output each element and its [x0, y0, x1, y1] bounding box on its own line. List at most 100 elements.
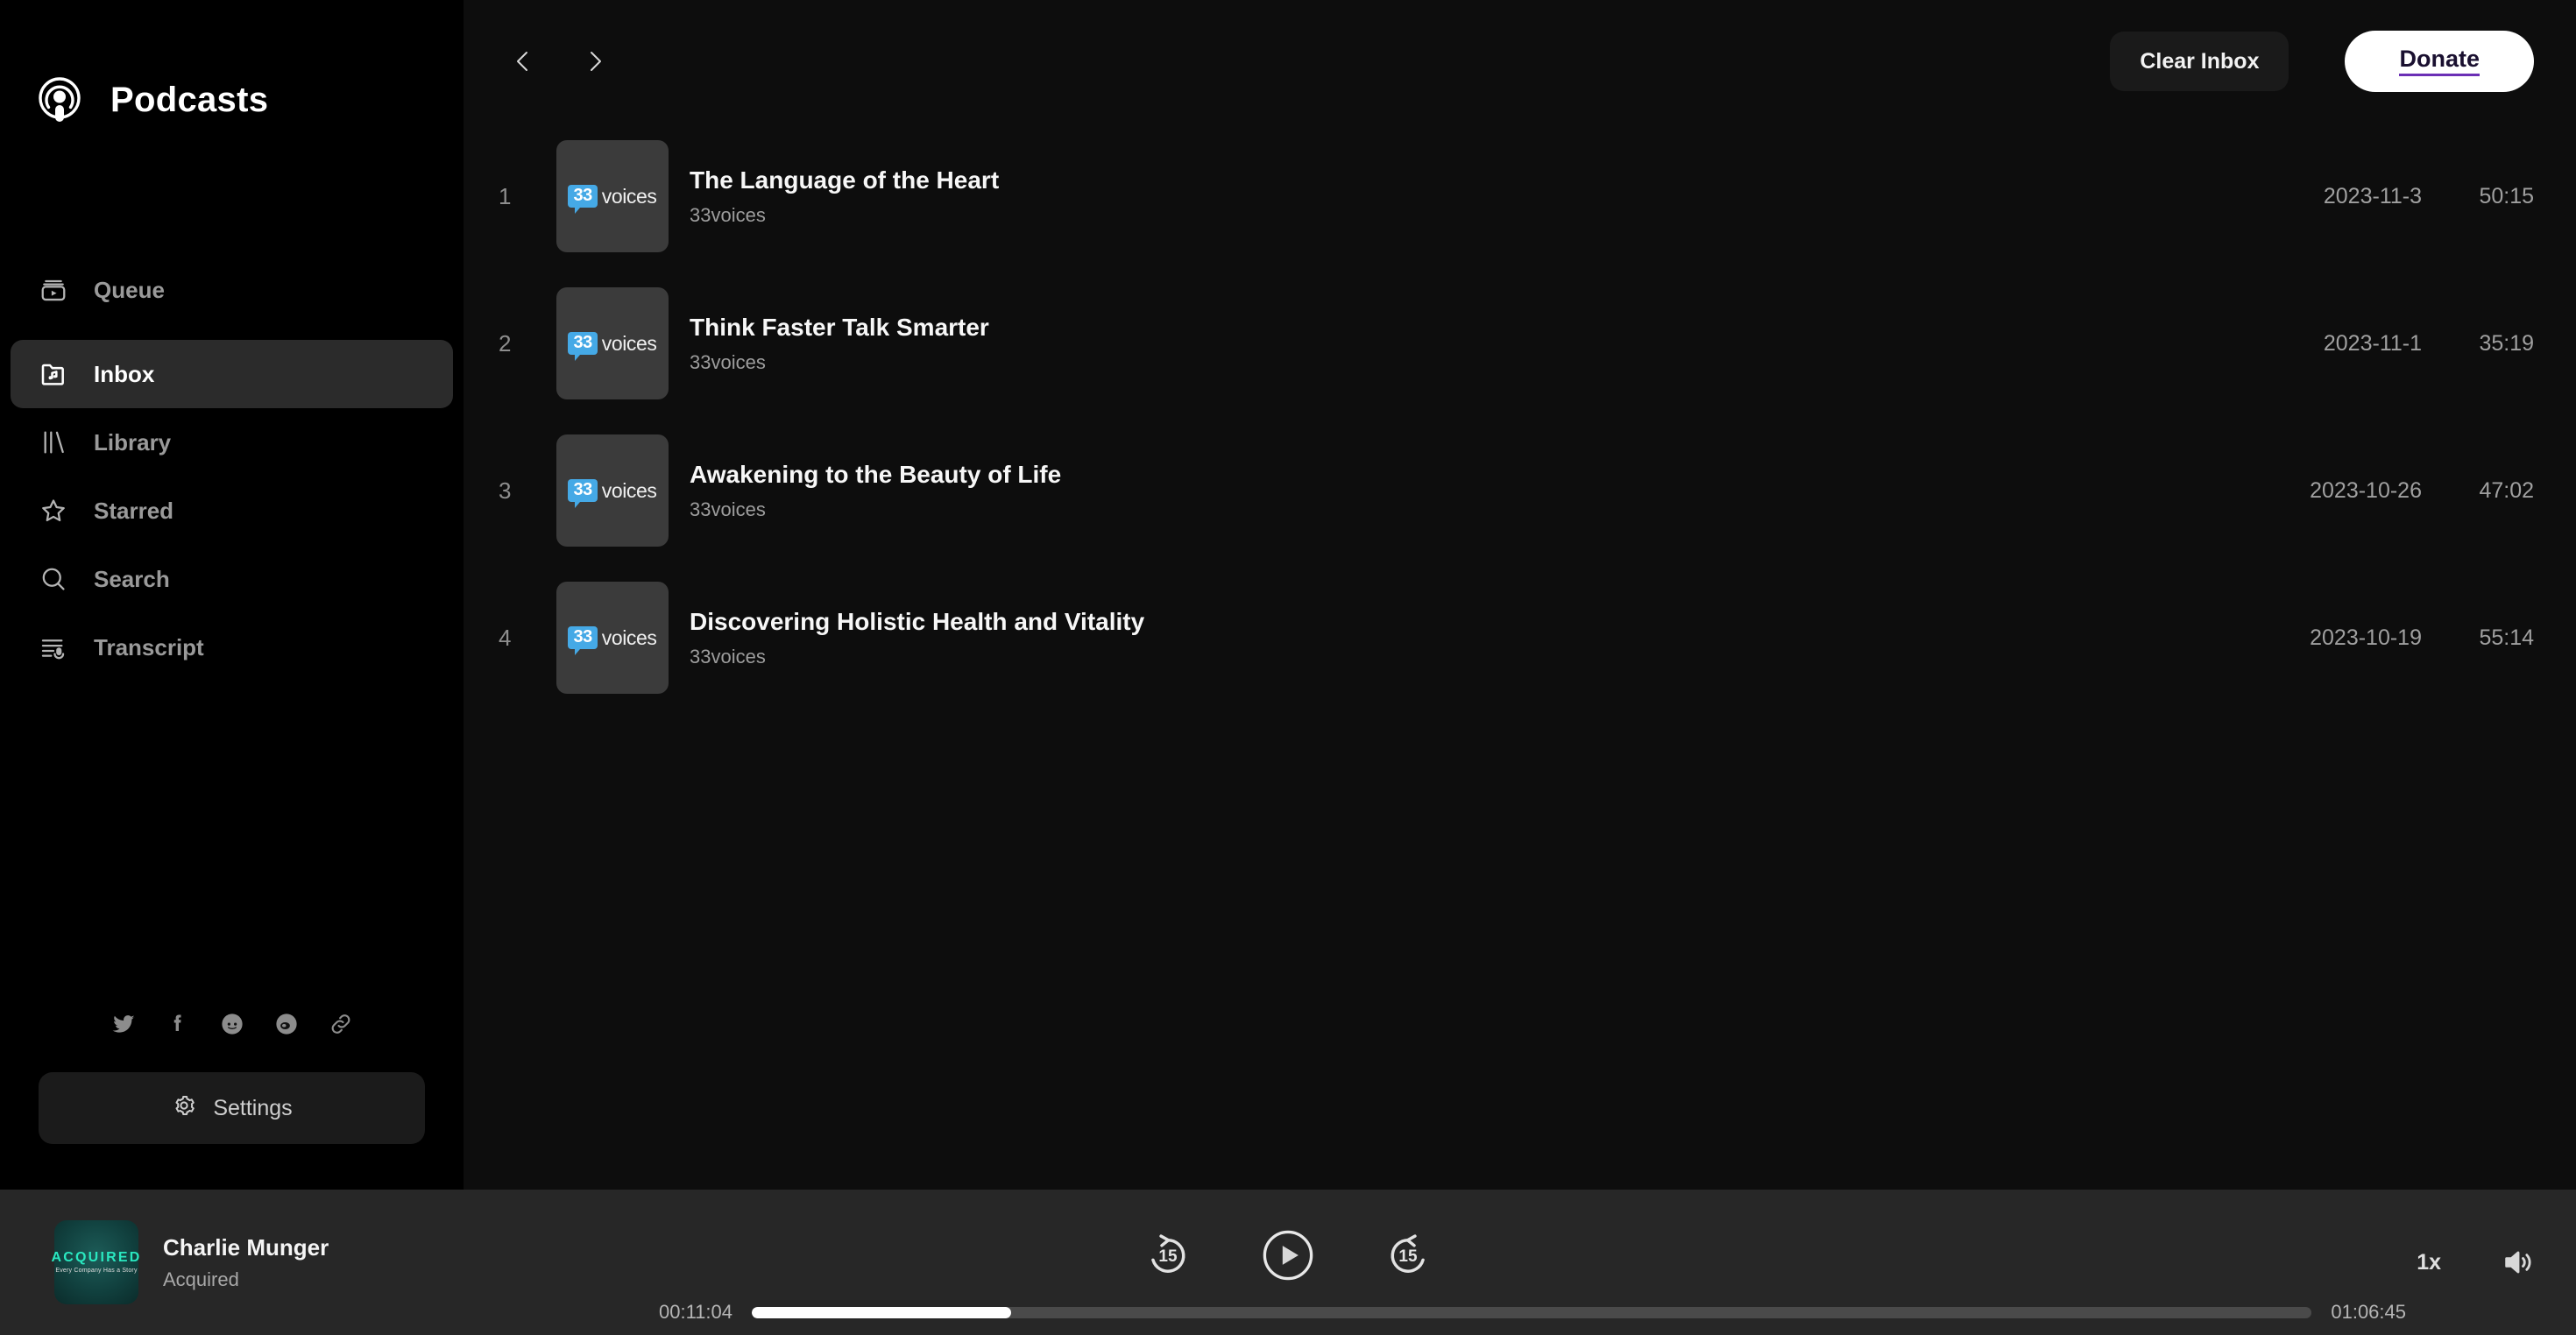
sidebar-item-label: Queue	[94, 276, 165, 303]
artwork-badge: 33	[568, 479, 598, 508]
table-row[interactable]: 4 33 voices Discovering Holistic Health …	[464, 564, 2534, 711]
artwork-tagline: Every Company Has a Story	[55, 1268, 138, 1274]
episode-title: Awakening to the Beauty of Life	[690, 460, 1062, 488]
podcast-logo-icon	[32, 72, 88, 128]
gear-icon	[171, 1092, 197, 1125]
artwork-word: voices	[601, 331, 657, 355]
app-brand: Podcasts	[0, 0, 464, 128]
app-body: Podcasts Queue Inbox Library Starred Sea…	[0, 0, 2576, 1190]
sidebar-item-label: Library	[94, 428, 172, 456]
player-right-controls: 1x	[2417, 1243, 2537, 1282]
artwork-badge: 33	[568, 626, 598, 655]
sidebar-item-search[interactable]: Search	[11, 545, 453, 613]
progress-fill	[752, 1306, 1011, 1318]
play-button[interactable]	[1261, 1228, 1315, 1282]
podcast-app-window: Podcasts Queue Inbox Library Starred Sea…	[0, 0, 2576, 1335]
episode-duration: 35:19	[2479, 330, 2534, 356]
now-playing[interactable]: ACQUIRED Every Company Has a Story Charl…	[52, 1220, 615, 1304]
sidebar: Podcasts Queue Inbox Library Starred Sea…	[0, 0, 464, 1190]
chevron-right-icon[interactable]	[569, 35, 621, 88]
progress-area: 00:11:04 01:06:45	[0, 1301, 2576, 1324]
app-title: Podcasts	[110, 80, 269, 119]
episode-duration: 55:14	[2479, 625, 2534, 650]
episode-show: 33voices	[690, 645, 766, 668]
main-content: Clear Inbox Donate 1 33 voices The Langu…	[464, 0, 2576, 1190]
progress-slider[interactable]	[752, 1306, 2312, 1318]
star-icon	[37, 494, 70, 527]
episode-title: Discovering Holistic Health and Vitality	[690, 607, 1145, 635]
topbar-actions: Clear Inbox Donate	[2110, 31, 2534, 92]
now-playing-show: Acquired	[163, 1268, 239, 1290]
transcript-icon	[37, 631, 70, 664]
chevron-left-icon[interactable]	[497, 35, 549, 88]
episode-title: The Language of the Heart	[690, 166, 1000, 194]
elapsed-time: 00:11:04	[659, 1301, 733, 1323]
social-links	[39, 1009, 425, 1039]
facebook-icon[interactable]	[163, 1009, 193, 1039]
sidebar-item-label: Transcript	[94, 633, 204, 660]
episode-index: 4	[499, 624, 512, 651]
episode-date: 2023-10-19	[2310, 625, 2422, 650]
episode-index: 3	[499, 477, 512, 504]
sidebar-item-queue[interactable]: Queue	[11, 256, 453, 324]
sidebar-item-library[interactable]: Library	[11, 408, 453, 477]
episode-date: 2023-11-1	[2323, 330, 2422, 356]
now-playing-artwork: ACQUIRED Every Company Has a Story	[52, 1220, 139, 1304]
episode-duration: 50:15	[2479, 183, 2534, 208]
artwork-word: voices	[601, 184, 657, 208]
episode-artwork: 33 voices	[556, 140, 669, 252]
episode-duration: 47:02	[2479, 477, 2534, 503]
sidebar-nav: Queue Inbox Library Starred Search Trans…	[0, 256, 464, 682]
volume-icon[interactable]	[2499, 1243, 2537, 1282]
history-nav	[497, 35, 621, 88]
episode-date: 2023-11-3	[2323, 183, 2422, 208]
donate-label: Donate	[2399, 46, 2480, 76]
episode-index: 1	[499, 182, 512, 209]
playback-speed-button[interactable]: 1x	[2417, 1250, 2441, 1275]
link-icon[interactable]	[326, 1009, 356, 1039]
library-icon	[37, 426, 70, 459]
weibo-icon[interactable]	[272, 1009, 301, 1039]
artwork-word: voices	[601, 625, 657, 649]
search-icon	[37, 562, 70, 596]
table-row[interactable]: 3 33 voices Awakening to the Beauty of L…	[464, 417, 2534, 564]
sidebar-item-label: Inbox	[94, 360, 155, 387]
episode-show: 33voices	[690, 350, 766, 373]
clear-inbox-button[interactable]: Clear Inbox	[2110, 32, 2289, 91]
forward-seconds-label: 15	[1398, 1247, 1418, 1266]
rewind-15-icon[interactable]: 15	[1143, 1231, 1192, 1280]
sidebar-item-label: Starred	[94, 497, 174, 524]
forward-15-icon[interactable]: 15	[1384, 1231, 1433, 1280]
artwork-badge: 33	[568, 185, 598, 214]
episode-index: 2	[499, 329, 512, 357]
topbar: Clear Inbox Donate	[464, 0, 2576, 123]
rewind-seconds-label: 15	[1158, 1247, 1178, 1266]
sidebar-footer: Settings	[0, 1009, 464, 1190]
episode-title: Think Faster Talk Smarter	[690, 313, 989, 341]
episode-show: 33voices	[690, 203, 766, 226]
sidebar-item-label: Search	[94, 565, 170, 592]
table-row[interactable]: 2 33 voices Think Faster Talk Smarter 33…	[464, 270, 2534, 417]
settings-button[interactable]: Settings	[39, 1072, 425, 1144]
sidebar-item-starred[interactable]: Starred	[11, 477, 453, 545]
episode-artwork: 33 voices	[556, 434, 669, 547]
now-playing-title: Charlie Munger	[163, 1233, 329, 1261]
artwork-word: voices	[601, 478, 657, 502]
episode-date: 2023-10-26	[2310, 477, 2422, 503]
episode-list: 1 33 voices The Language of the Heart 33…	[464, 123, 2576, 1190]
total-time: 01:06:45	[2331, 1301, 2406, 1323]
artwork-title: ACQUIRED	[51, 1250, 142, 1265]
sidebar-item-transcript[interactable]: Transcript	[11, 613, 453, 682]
episode-artwork: 33 voices	[556, 582, 669, 694]
inbox-folder-icon	[37, 357, 70, 391]
episode-artwork: 33 voices	[556, 287, 669, 399]
episode-show: 33voices	[690, 498, 766, 520]
twitter-icon[interactable]	[109, 1009, 138, 1039]
sidebar-item-inbox[interactable]: Inbox	[11, 340, 453, 408]
donate-button[interactable]: Donate	[2345, 31, 2534, 92]
reddit-icon[interactable]	[217, 1009, 247, 1039]
table-row[interactable]: 1 33 voices The Language of the Heart 33…	[464, 123, 2534, 270]
player-bar: ACQUIRED Every Company Has a Story Charl…	[0, 1190, 2576, 1335]
settings-label: Settings	[213, 1095, 293, 1120]
artwork-badge: 33	[568, 332, 598, 361]
